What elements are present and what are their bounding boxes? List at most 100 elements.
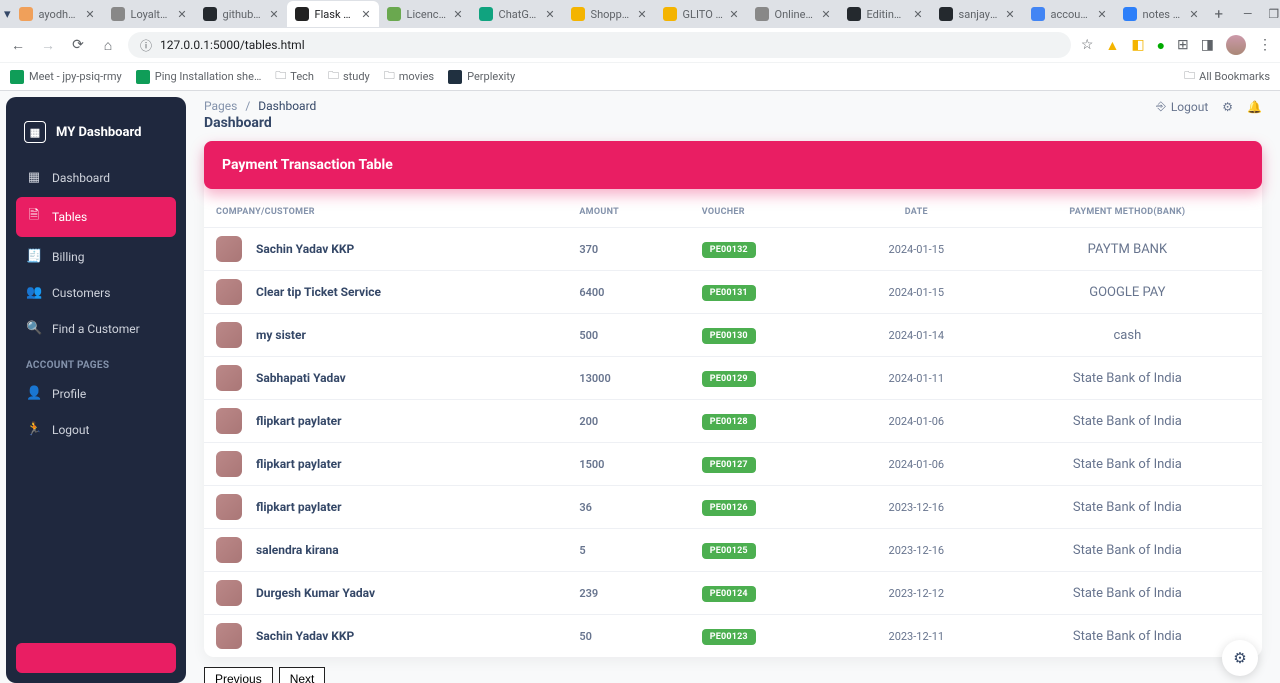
tab-title: Licence D — [407, 8, 448, 21]
favicon — [203, 7, 217, 21]
breadcrumb-current: Dashboard — [258, 99, 316, 113]
previous-button[interactable]: Previous — [204, 667, 273, 683]
window-maximize[interactable]: ❐ — [1268, 7, 1279, 21]
tab-close-icon[interactable]: ✕ — [361, 8, 370, 21]
tab-close-icon[interactable]: ✕ — [821, 8, 830, 21]
col-voucher: VOUCHER — [690, 197, 840, 228]
tab-close-icon[interactable]: ✕ — [1189, 8, 1198, 21]
sidebar-item-tables[interactable]: 🗎 Tables — [16, 197, 176, 237]
browser-tab[interactable]: Flask Mate ✕ — [287, 1, 379, 27]
method-value: PAYTM BANK — [1088, 242, 1167, 257]
browser-tab[interactable]: notes — P ✕ — [1115, 1, 1207, 27]
table-row[interactable]: Durgesh Kumar Yadav 239 PE00124 2023-12-… — [204, 572, 1262, 615]
browser-tab[interactable]: Shopping ✕ — [563, 1, 655, 27]
next-button[interactable]: Next — [279, 667, 326, 683]
customer-name: Durgesh Kumar Yadav — [256, 586, 375, 600]
sidebar-item-customers[interactable]: 👥 Customers — [16, 276, 176, 309]
tab-close-icon[interactable]: ✕ — [545, 8, 554, 21]
table-row[interactable]: Clear tip Ticket Service 6400 PE00131 20… — [204, 271, 1262, 314]
amount-value: 6400 — [579, 286, 604, 299]
tab-close-icon[interactable]: ✕ — [1097, 8, 1106, 21]
ext-drive-icon[interactable]: ▲ — [1105, 37, 1119, 54]
site-info-icon[interactable]: ⓘ — [140, 37, 152, 54]
bookmark-folder[interactable]: study — [328, 67, 370, 86]
table-row[interactable]: my sister 500 PE00130 2024-01-14 cash — [204, 314, 1262, 357]
date-value: 2024-01-11 — [889, 372, 945, 385]
table-row[interactable]: salendra kirana 5 PE00125 2023-12-16 Sta… — [204, 529, 1262, 572]
nav-back[interactable]: ← — [8, 37, 28, 54]
browser-tab[interactable]: ChatGPT ✕ — [471, 1, 563, 27]
side-panel-icon[interactable]: ◨ — [1201, 37, 1214, 53]
tab-close-icon[interactable]: ✕ — [1005, 8, 1014, 21]
browser-tab[interactable]: GLITO Ful ✕ — [655, 1, 747, 27]
browser-tab[interactable]: Licence D ✕ — [379, 1, 471, 27]
tab-close-icon[interactable]: ✕ — [637, 8, 646, 21]
table-row[interactable]: flipkart paylater 1500 PE00127 2024-01-0… — [204, 443, 1262, 486]
avatar — [216, 451, 242, 477]
bookmark-folder[interactable]: Tech — [275, 67, 314, 86]
date-value: 2024-01-15 — [889, 243, 945, 256]
nav-label: Dashboard — [52, 171, 110, 185]
amount-value: 1500 — [579, 458, 604, 471]
logout-icon: ⎆ — [1156, 99, 1166, 114]
favicon — [755, 7, 769, 21]
sidebar-item-profile[interactable]: 👤 Profile — [16, 377, 176, 410]
sidebar-item-logout[interactable]: 🏃 Logout — [16, 413, 176, 446]
main-content: Pages / Dashboard Dashboard ⎆ Logout ⚙ 🔔… — [186, 91, 1280, 683]
breadcrumb-root[interactable]: Pages — [204, 99, 237, 113]
ext-green-icon[interactable]: ● — [1157, 37, 1165, 54]
sidebar-cta-button[interactable] — [16, 643, 176, 673]
nav-icon: 🧾 — [26, 249, 42, 264]
tab-close-icon[interactable]: ✕ — [85, 8, 94, 21]
brand[interactable]: ▦ MY Dashboard — [16, 107, 176, 161]
ext-wallet-icon[interactable]: ◧ — [1131, 37, 1144, 53]
browser-tab[interactable]: ayodhya a ✕ — [11, 1, 103, 27]
avatar — [216, 623, 242, 649]
avatar — [216, 408, 242, 434]
method-value: State Bank of India — [1073, 543, 1182, 558]
browser-tab[interactable]: Online MY ✕ — [747, 1, 839, 27]
sidebar-item-dashboard[interactable]: ▦ Dashboard — [16, 161, 176, 194]
browser-tab[interactable]: sanjayeng ✕ — [931, 1, 1023, 27]
browser-tab[interactable]: accounts ✕ — [1023, 1, 1115, 27]
sidebar-item-billing[interactable]: 🧾 Billing — [16, 240, 176, 273]
tab-close-icon[interactable]: ✕ — [177, 8, 186, 21]
new-tab-button[interactable]: + — [1207, 5, 1232, 23]
bookmark-star-icon[interactable]: ☆ — [1081, 37, 1094, 53]
tab-close-icon[interactable]: ✕ — [913, 8, 922, 21]
bookmark-item[interactable]: Perplexity — [448, 67, 515, 86]
date-value: 2023-12-16 — [889, 501, 945, 514]
window-minimize[interactable]: — — [1243, 7, 1252, 21]
tab-strip: ▾ ayodhya a ✕ Loyalty-D ✕ github.co ✕ Fl… — [0, 0, 1280, 28]
col-date: DATE — [840, 197, 993, 228]
sidebar-item-find-a-customer[interactable]: 🔍 Find a Customer — [16, 312, 176, 345]
favicon — [847, 7, 861, 21]
profile-avatar[interactable] — [1226, 35, 1246, 55]
nav-reload[interactable]: ⟳ — [68, 37, 88, 53]
settings-fab[interactable]: ⚙ — [1222, 640, 1258, 676]
browser-tab[interactable]: github.co ✕ — [195, 1, 287, 27]
table-row[interactable]: Sabhapati Yadav 13000 PE00129 2024-01-11… — [204, 357, 1262, 400]
table-row[interactable]: Sachin Yadav KKP 370 PE00132 2024-01-15 … — [204, 228, 1262, 271]
tab-close-icon[interactable]: ✕ — [453, 8, 462, 21]
table-row[interactable]: flipkart paylater 36 PE00126 2023-12-16 … — [204, 486, 1262, 529]
table-row[interactable]: flipkart paylater 200 PE00128 2024-01-06… — [204, 400, 1262, 443]
all-bookmarks[interactable]: All Bookmarks — [1184, 67, 1270, 86]
omnibox[interactable]: ⓘ 127.0.0.1:5000/tables.html — [128, 32, 1071, 58]
browser-tab[interactable]: Loyalty-D ✕ — [103, 1, 195, 27]
bookmark-item[interactable]: Ping Installation she… — [136, 67, 262, 86]
tab-close-icon[interactable]: ✕ — [269, 8, 278, 21]
settings-icon[interactable]: ⚙ — [1222, 100, 1233, 114]
nav-home[interactable]: ⌂ — [98, 37, 118, 54]
tab-close-icon[interactable]: ✕ — [729, 8, 738, 21]
nav-forward[interactable]: → — [38, 37, 58, 54]
bookmark-item[interactable]: Meet - jpy-psiq-rmy — [10, 67, 122, 86]
notifications-icon[interactable]: 🔔 — [1247, 100, 1262, 114]
browser-tab[interactable]: Editing ex ✕ — [839, 1, 931, 27]
bookmark-folder[interactable]: movies — [384, 67, 434, 86]
col-method: PAYMENT METHOD(BANK) — [993, 197, 1262, 228]
extensions-icon[interactable]: ⊞ — [1177, 37, 1189, 53]
chrome-menu-icon[interactable]: ⋮ — [1258, 37, 1272, 53]
table-row[interactable]: Sachin Yadav KKP 50 PE00123 2023-12-11 S… — [204, 615, 1262, 658]
logout-link[interactable]: ⎆ Logout — [1156, 99, 1208, 114]
